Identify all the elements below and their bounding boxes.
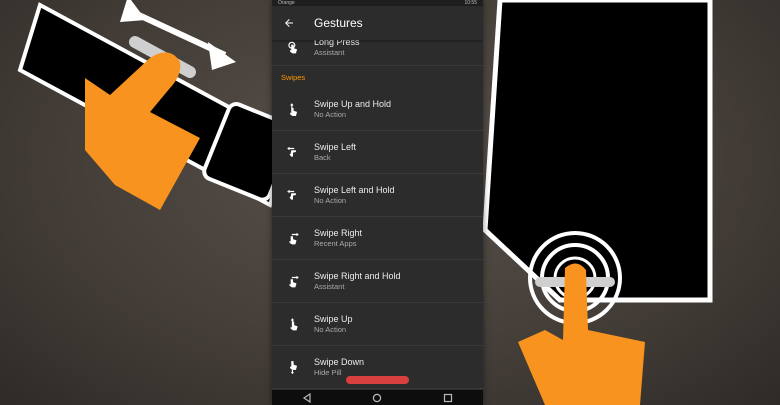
- item-subtitle: No Action: [314, 110, 347, 119]
- nav-home-icon[interactable]: [372, 393, 382, 403]
- item-subtitle: Assistant: [314, 282, 345, 291]
- gesture-list: Long Press Assistant Swipes Swipe Up and…: [272, 33, 483, 389]
- section-header-swipes: Swipes: [281, 72, 306, 82]
- arrow-back-icon: [285, 19, 293, 27]
- back-button[interactable]: [272, 6, 306, 40]
- item-subtitle: Assistant: [314, 47, 345, 57]
- item-title: Swipe Left and Hold: [314, 185, 395, 195]
- swipe-right-icon: [272, 231, 314, 245]
- swipe-left-hold-icon: [272, 188, 314, 202]
- item-subtitle: No Action: [314, 325, 347, 334]
- swipe-up-icon: [272, 317, 314, 331]
- item-title: Swipe Up: [314, 314, 353, 324]
- list-item-swipe-up-and-hold[interactable]: Swipe Up and Hold No Action: [272, 88, 483, 131]
- list-item-swipe-up[interactable]: Swipe Up No Action: [272, 303, 483, 346]
- app-bar: Gestures: [272, 6, 483, 40]
- nav-back-icon[interactable]: [302, 392, 312, 403]
- swipe-left-icon: [272, 145, 314, 159]
- gesture-pill[interactable]: [346, 376, 409, 384]
- list-item-swipe-right[interactable]: Swipe Right Recent Apps: [272, 217, 483, 260]
- item-title: Swipe Right and Hold: [314, 271, 401, 281]
- item-title: Swipe Left: [314, 142, 357, 152]
- nav-recents-icon[interactable]: [443, 393, 453, 403]
- swipe-down-icon: [272, 360, 314, 374]
- swipe-right-hold-icon: [272, 274, 314, 288]
- swipe-up-hold-icon: [272, 102, 314, 116]
- right-phone-illustration: [482, 0, 713, 325]
- phone-screen: Orange 10:55 Gestures Long Press Assista…: [272, 0, 483, 405]
- item-subtitle: No Action: [314, 196, 347, 205]
- long-press-icon: [272, 40, 314, 54]
- item-subtitle: Back: [314, 153, 331, 162]
- list-item-swipe-right-and-hold[interactable]: Swipe Right and Hold Assistant: [272, 260, 483, 303]
- item-title: Swipe Down: [314, 357, 365, 367]
- list-item-swipe-left[interactable]: Swipe Left Back: [272, 131, 483, 174]
- item-subtitle: Recent Apps: [314, 239, 357, 248]
- system-nav-bar: [272, 390, 483, 405]
- item-title: Swipe Right: [314, 228, 363, 238]
- list-item-swipe-left-and-hold[interactable]: Swipe Left and Hold No Action: [272, 174, 483, 217]
- item-title: Swipe Up and Hold: [314, 99, 392, 109]
- page-title: Gestures: [314, 16, 363, 30]
